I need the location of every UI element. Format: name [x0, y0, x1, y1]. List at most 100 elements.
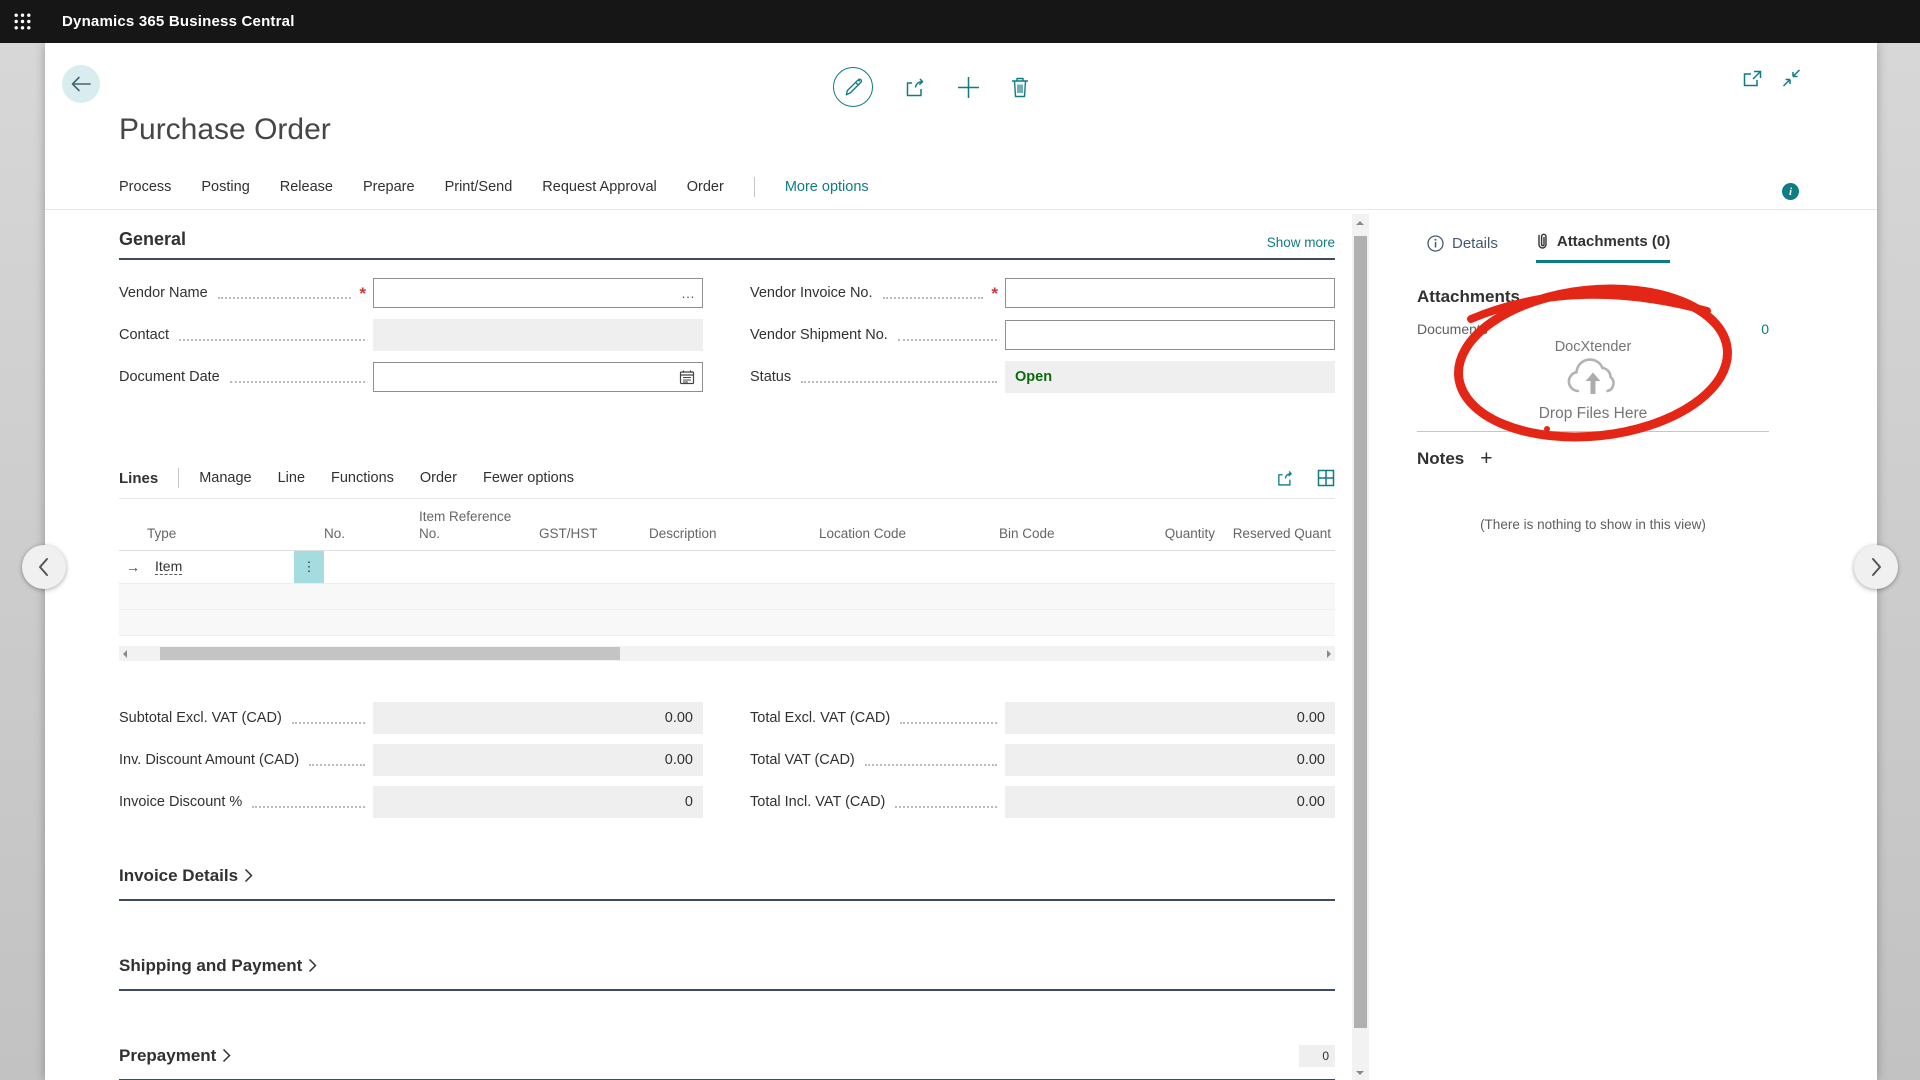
totals-section: Subtotal Excl. VAT (CAD) 0.00 Inv. Disco…: [119, 697, 1335, 823]
menu-print-send[interactable]: Print/Send: [445, 179, 513, 195]
horizontal-scrollbar[interactable]: [119, 646, 1335, 661]
docxtender-dropzone[interactable]: DocXtender Drop Files Here: [1417, 339, 1769, 423]
horizontal-scrollbar-thumb[interactable]: [160, 647, 620, 660]
next-record-button[interactable]: [1854, 545, 1898, 589]
column-gst-hst[interactable]: GST/HST: [539, 503, 649, 550]
column-bin-code[interactable]: Bin Code: [999, 503, 1109, 550]
prepayment-title[interactable]: Prepayment: [119, 1046, 216, 1066]
tab-attachments-label: Attachments (0): [1557, 233, 1670, 250]
contact-field: [373, 319, 703, 351]
row-options-button[interactable]: ⋮: [294, 551, 324, 583]
menu-release[interactable]: Release: [280, 179, 333, 195]
quantity-cell[interactable]: [1109, 551, 1219, 583]
column-quantity[interactable]: Quantity: [1109, 503, 1219, 550]
open-in-excel-button[interactable]: [1317, 469, 1335, 487]
chevron-right-icon[interactable]: [244, 868, 253, 883]
menu-order[interactable]: Order: [687, 179, 724, 195]
column-description[interactable]: Description: [649, 503, 819, 550]
fewer-options-button[interactable]: Fewer options: [483, 470, 574, 486]
scroll-left-arrow-icon[interactable]: [123, 650, 127, 658]
open-in-new-window-button[interactable]: [1743, 69, 1762, 87]
header-spacer: [119, 503, 147, 550]
menu-posting[interactable]: Posting: [201, 179, 249, 195]
column-location-code[interactable]: Location Code: [819, 503, 999, 550]
vendor-invoice-no-input[interactable]: [1006, 279, 1334, 307]
lines-toolbar-divider: [178, 468, 179, 488]
description-cell[interactable]: [649, 551, 819, 583]
menu-prepare[interactable]: Prepare: [363, 179, 415, 195]
calendar-icon[interactable]: [679, 369, 702, 385]
location-code-cell[interactable]: [819, 551, 999, 583]
reserved-quantity-cell[interactable]: [1219, 551, 1335, 583]
info-icon[interactable]: i: [1782, 183, 1799, 200]
window-controls: [1743, 69, 1801, 87]
scroll-down-arrow-icon[interactable]: [1356, 1071, 1364, 1075]
more-options-button[interactable]: More options: [785, 179, 869, 195]
document-date-field[interactable]: [373, 362, 703, 392]
menu-request-approval[interactable]: Request Approval: [542, 179, 656, 195]
lines-menu-line[interactable]: Line: [278, 470, 305, 486]
vendor-name-field[interactable]: …: [373, 278, 703, 308]
vendor-invoice-no-row: Vendor Invoice No. *: [750, 272, 1335, 314]
column-item-reference-no[interactable]: Item Reference No.: [419, 503, 539, 550]
chevron-right-icon[interactable]: [308, 958, 317, 973]
invoice-details-title[interactable]: Invoice Details: [119, 866, 238, 886]
tab-details[interactable]: Details: [1427, 232, 1498, 263]
add-note-button[interactable]: +: [1480, 448, 1492, 469]
popout-icon: [1743, 70, 1762, 87]
subtotal-row: Subtotal Excl. VAT (CAD) 0.00: [119, 697, 703, 739]
status-row: Status Open: [750, 356, 1335, 398]
edit-button[interactable]: [833, 67, 873, 107]
collapse-button[interactable]: [1782, 69, 1801, 87]
section-underline: [119, 989, 1335, 991]
shipping-and-payment-title[interactable]: Shipping and Payment: [119, 956, 302, 976]
delete-button[interactable]: [1010, 76, 1030, 98]
scroll-up-arrow-icon[interactable]: [1356, 221, 1364, 225]
document-date-label: Document Date: [119, 369, 220, 385]
vendor-invoice-no-field[interactable]: [1005, 278, 1335, 308]
status-field: Open: [1005, 361, 1335, 393]
menu-process[interactable]: Process: [119, 179, 171, 195]
lines-tab[interactable]: Lines: [119, 470, 158, 487]
vendor-shipment-no-field[interactable]: [1005, 320, 1335, 350]
type-value[interactable]: Item: [155, 558, 182, 575]
gst-hst-cell[interactable]: [539, 551, 649, 583]
scroll-right-arrow-icon[interactable]: [1327, 650, 1331, 658]
no-cell[interactable]: [324, 551, 419, 583]
dotted-leader: [883, 287, 984, 299]
documents-count[interactable]: 0: [1761, 321, 1769, 337]
item-reference-cell[interactable]: [419, 551, 539, 583]
lookup-ellipsis-icon[interactable]: …: [681, 285, 702, 301]
chevron-right-icon[interactable]: [222, 1048, 231, 1063]
vertical-scrollbar[interactable]: [1352, 214, 1369, 1080]
bin-code-cell[interactable]: [999, 551, 1109, 583]
vertical-scrollbar-thumb[interactable]: [1354, 236, 1367, 1028]
lines-menu-order[interactable]: Order: [420, 470, 457, 486]
lines-share-button[interactable]: [1275, 469, 1295, 487]
document-date-input[interactable]: [374, 363, 679, 391]
general-underline: [119, 258, 1335, 260]
share-button[interactable]: [903, 76, 927, 98]
page-actions: [833, 67, 1030, 107]
lines-menu-functions[interactable]: Functions: [331, 470, 394, 486]
column-type[interactable]: Type: [147, 503, 294, 550]
collapse-arrows-icon: [1782, 69, 1801, 87]
app-launcher-icon[interactable]: [0, 0, 44, 43]
column-reserved-quantity[interactable]: Reserved Quant: [1219, 503, 1335, 550]
new-button[interactable]: [957, 76, 980, 99]
vendor-shipment-no-input[interactable]: [1006, 321, 1334, 349]
status-value: Open: [1015, 369, 1052, 385]
back-button[interactable]: [62, 65, 100, 103]
lines-menu-manage[interactable]: Manage: [199, 470, 251, 486]
tab-details-label: Details: [1452, 235, 1498, 252]
type-cell[interactable]: Item: [147, 551, 294, 583]
app-title: Dynamics 365 Business Central: [62, 13, 295, 30]
column-no[interactable]: No.: [324, 503, 419, 550]
dotted-leader: [900, 712, 997, 724]
previous-record-button[interactable]: [22, 545, 66, 589]
table-row[interactable]: → Item ⋮: [119, 551, 1335, 584]
general-fields: Vendor Name * … Contact Do: [119, 272, 1335, 398]
vendor-name-input[interactable]: [374, 279, 681, 307]
show-more-link[interactable]: Show more: [1267, 235, 1335, 250]
tab-attachments[interactable]: Attachments (0): [1536, 232, 1670, 263]
